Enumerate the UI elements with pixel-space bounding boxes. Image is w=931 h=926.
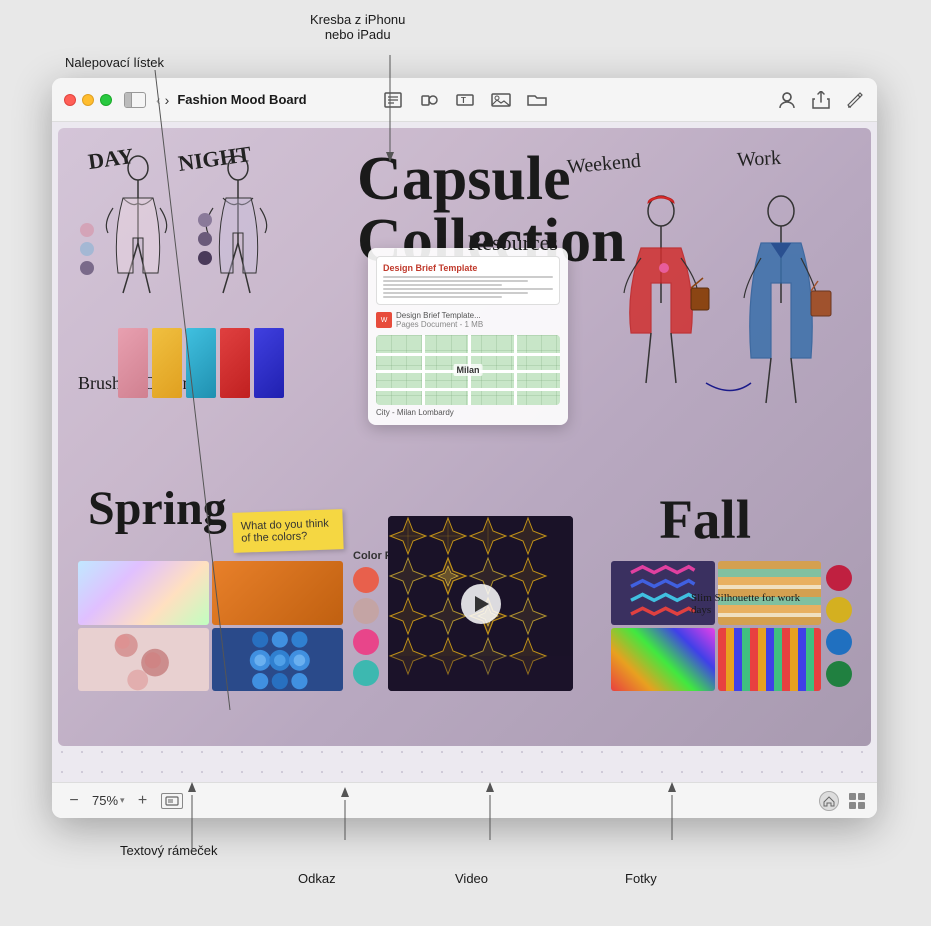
- fabric-swatches: [118, 328, 284, 398]
- odkaz-label: Odkaz: [298, 871, 336, 886]
- collaborate-icon[interactable]: [777, 90, 797, 110]
- resources-card: Resources Design Brief Template W: [368, 248, 568, 425]
- doc-preview: Design Brief Template: [376, 256, 560, 305]
- svg-text:T: T: [461, 96, 466, 105]
- textovy-label: Textový rámeček: [120, 843, 218, 858]
- swatch-green: [826, 661, 852, 687]
- kresba-label: Kresba z iPhonunebo iPadu: [310, 12, 405, 42]
- textbox-icon[interactable]: T: [455, 90, 475, 110]
- back-arrow[interactable]: ‹: [156, 92, 161, 108]
- swatch-red: [826, 565, 852, 591]
- folder-icon[interactable]: [527, 90, 547, 110]
- spring-text: Spring: [88, 481, 227, 536]
- toolbar-center: T: [383, 90, 547, 110]
- forward-arrow[interactable]: ›: [165, 92, 170, 108]
- image-cell-2: [212, 561, 343, 625]
- edit-icon[interactable]: [845, 90, 865, 110]
- map-region-label: City - Milan Lombardy: [376, 408, 560, 417]
- palette-swatch-3: [353, 629, 379, 655]
- doc-info: W Design Brief Template... Pages Documen…: [376, 311, 560, 329]
- work-label: Work: [736, 147, 781, 172]
- slim-silhouette-label: Slim Silhouette for work days: [691, 592, 811, 616]
- palette-swatch-1: [353, 567, 379, 593]
- fit-screen-button[interactable]: [161, 793, 183, 809]
- image-cell-4: [212, 628, 343, 692]
- sticky-note: What do you think of the colors?: [232, 509, 343, 553]
- video-label: Video: [455, 871, 488, 886]
- home-icon[interactable]: [819, 791, 839, 811]
- right-color-swatches: [826, 561, 856, 691]
- zoom-in-button[interactable]: +: [133, 792, 153, 810]
- shape-icon[interactable]: [419, 90, 439, 110]
- right-image-grid: [611, 561, 821, 691]
- swatch-blue: [826, 629, 852, 655]
- zoom-chevron-icon: ▾: [120, 795, 125, 806]
- close-button[interactable]: [64, 94, 76, 106]
- play-button[interactable]: [461, 584, 501, 624]
- image-cell-1: [78, 561, 209, 625]
- fall-text: Fall: [659, 488, 751, 551]
- grid-view-button[interactable]: [849, 793, 865, 809]
- right-image-3: [611, 628, 715, 692]
- weekend-label: Weekend: [566, 150, 642, 179]
- maximize-button[interactable]: [100, 94, 112, 106]
- nav-buttons: ‹ ›: [156, 92, 169, 108]
- share-icon[interactable]: [811, 90, 831, 110]
- image-grid-left: [78, 561, 343, 691]
- minimize-button[interactable]: [82, 94, 94, 106]
- image-grid-right: [611, 561, 856, 691]
- sidebar-toggle-button[interactable]: [124, 92, 146, 108]
- right-fashion-sketch: [596, 183, 841, 473]
- image-icon[interactable]: [491, 90, 511, 110]
- main-window: ‹ › Fashion Mood Board: [52, 78, 877, 818]
- titlebar-right: [777, 90, 865, 110]
- mood-board: CapsuleCollection DAY NIGHT: [58, 128, 871, 746]
- resources-label: Resources: [468, 230, 558, 256]
- doc-icon: W: [376, 312, 392, 328]
- palette-swatch-2: [353, 598, 379, 624]
- play-triangle-icon: [475, 596, 489, 612]
- map-preview: Milan: [376, 335, 560, 405]
- nalepovaci-label: Nalepovací lístek: [65, 55, 164, 70]
- map-city-label: Milan: [453, 364, 482, 376]
- color-swatches-left: [80, 223, 94, 275]
- video-section[interactable]: [388, 516, 573, 691]
- color-swatches-night: [198, 213, 212, 265]
- fotky-label: Fotky: [625, 871, 657, 886]
- right-image-4: [718, 628, 822, 692]
- window-title: Fashion Mood Board: [177, 92, 306, 107]
- palette-swatch-4: [353, 660, 379, 686]
- zoom-out-button[interactable]: −: [64, 792, 84, 810]
- swatch-yellow: [826, 597, 852, 623]
- note-icon[interactable]: [383, 90, 403, 110]
- tile-pattern: [388, 516, 573, 691]
- image-cell-3: [78, 628, 209, 692]
- statusbar-right: [819, 791, 865, 811]
- canvas-area[interactable]: CapsuleCollection DAY NIGHT: [52, 122, 877, 782]
- traffic-lights: [64, 94, 112, 106]
- statusbar: − 75% ▾ +: [52, 782, 877, 818]
- zoom-value: 75% ▾: [92, 793, 125, 808]
- titlebar: ‹ › Fashion Mood Board: [52, 78, 877, 122]
